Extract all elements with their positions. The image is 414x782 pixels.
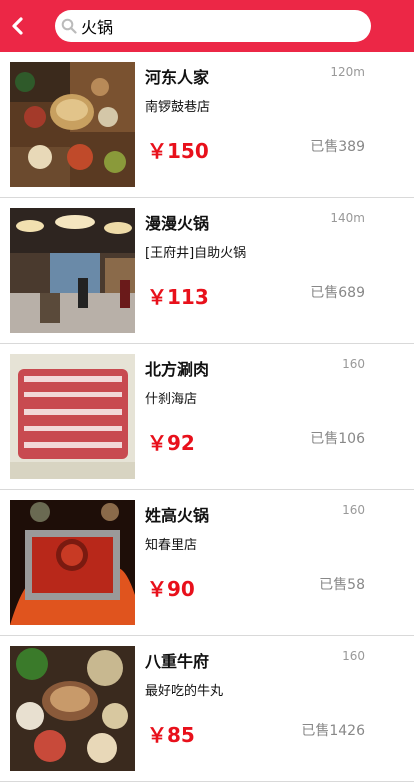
- shop-name: 姓高火锅: [145, 506, 210, 525]
- shop-distance: 160: [342, 649, 365, 663]
- shop-thumbnail: [10, 208, 135, 333]
- shop-list: 河东人家 120m 南锣鼓巷店 ￥150 已售389 漫漫火锅 140m [王府…: [0, 52, 414, 782]
- list-item[interactable]: 河东人家 120m 南锣鼓巷店 ￥150 已售389: [0, 52, 414, 198]
- shop-name: 北方涮肉: [145, 360, 210, 379]
- shop-thumbnail: [10, 354, 135, 479]
- search-input[interactable]: [81, 14, 361, 38]
- shop-sold-count: 已售689: [310, 285, 365, 301]
- shop-name: 八重牛府: [145, 652, 210, 671]
- shop-sold-count: 已售1426: [301, 723, 365, 739]
- shop-distance: 160: [342, 503, 365, 517]
- shop-branch: 最好吃的牛丸: [145, 684, 224, 699]
- shop-distance: 140m: [330, 211, 365, 225]
- shop-price: ￥92: [147, 431, 195, 455]
- shop-branch: 知春里店: [145, 538, 198, 553]
- list-item[interactable]: 漫漫火锅 140m [王府井]自助火锅 ￥113 已售689: [0, 198, 414, 344]
- search-box[interactable]: [55, 10, 371, 42]
- list-item[interactable]: 八重牛府 160 最好吃的牛丸 ￥85 已售1426: [0, 636, 414, 782]
- shop-sold-count: 已售389: [310, 139, 365, 155]
- shop-price: ￥150: [147, 139, 209, 163]
- shop-thumbnail: [10, 500, 135, 625]
- shop-price: ￥90: [147, 577, 195, 601]
- shop-branch: 南锣鼓巷店: [145, 100, 211, 115]
- shop-branch: [王府井]自助火锅: [145, 246, 247, 261]
- shop-branch: 什刹海店: [145, 392, 198, 407]
- shop-sold-count: 已售106: [310, 431, 365, 447]
- shop-thumbnail: [10, 646, 135, 771]
- list-item[interactable]: 姓高火锅 160 知春里店 ￥90 已售58: [0, 490, 414, 636]
- chevron-left-icon: [12, 17, 23, 35]
- shop-price: ￥85: [147, 723, 195, 747]
- list-item[interactable]: 北方涮肉 160 什刹海店 ￥92 已售106: [0, 344, 414, 490]
- shop-distance: 120m: [330, 65, 365, 79]
- shop-thumbnail: [10, 62, 135, 187]
- shop-name: 河东人家: [145, 68, 210, 87]
- shop-sold-count: 已售58: [319, 577, 365, 593]
- shop-distance: 160: [342, 357, 365, 371]
- shop-name: 漫漫火锅: [145, 214, 210, 233]
- top-bar: [0, 0, 414, 52]
- back-button[interactable]: [6, 14, 30, 38]
- shop-price: ￥113: [147, 285, 209, 309]
- search-icon: [61, 18, 77, 34]
